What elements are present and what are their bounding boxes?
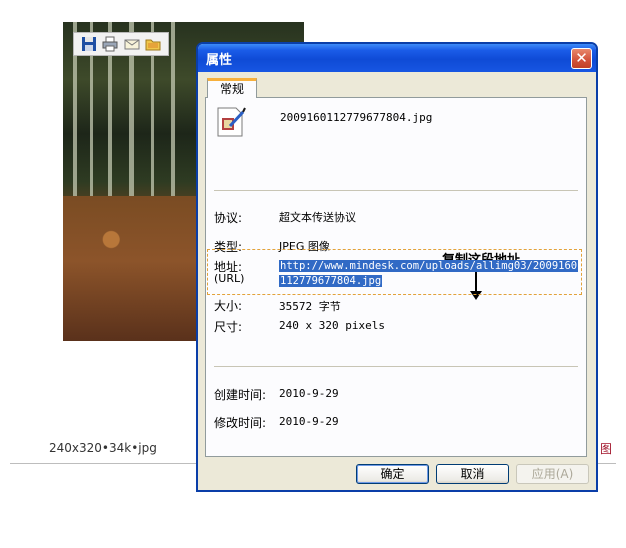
- close-icon: ✕: [575, 49, 588, 67]
- general-panel: 2009160112779677804.jpg 协议: 超文本传送协议 类型: …: [205, 97, 587, 457]
- image-file-icon: [216, 106, 246, 138]
- created-label: 创建时间:: [214, 388, 267, 402]
- protocol-label: 协议:: [214, 211, 243, 225]
- folder-icon[interactable]: [145, 36, 161, 52]
- print-icon[interactable]: [102, 36, 118, 52]
- size-value: 35572 字节: [279, 300, 341, 313]
- bamboo-trunk: [171, 22, 175, 202]
- dimensions-value: 240 x 320 pixels: [279, 319, 385, 332]
- dialog-title: 属性: [206, 53, 233, 68]
- modified-value: 2010-9-29: [279, 415, 339, 428]
- ok-button[interactable]: 确定: [356, 464, 429, 484]
- image-caption: 240x320•34k•jpg: [49, 441, 157, 455]
- file-name: 2009160112779677804.jpg: [280, 111, 433, 124]
- close-button[interactable]: ✕: [571, 48, 592, 69]
- size-label: 大小:: [214, 299, 243, 313]
- separator: [214, 190, 578, 191]
- dimensions-label: 尺寸:: [214, 320, 243, 334]
- cancel-button[interactable]: 取消: [436, 464, 509, 484]
- address-sublabel: (URL): [214, 272, 245, 285]
- separator: [214, 366, 578, 367]
- protocol-value: 超文本传送协议: [279, 211, 356, 224]
- side-link[interactable]: 图: [600, 440, 612, 457]
- properties-dialog: 属性 ✕ 常规 2009160112779677804.jpg 协议: 超文本传…: [196, 42, 598, 492]
- modified-label: 修改时间:: [214, 416, 267, 430]
- tab-general[interactable]: 常规: [207, 78, 257, 98]
- save-icon[interactable]: [81, 36, 97, 52]
- apply-button[interactable]: 应用(A): [516, 464, 589, 484]
- created-value: 2010-9-29: [279, 387, 339, 400]
- dialog-titlebar[interactable]: 属性 ✕: [198, 44, 596, 72]
- image-toolbar: [73, 32, 169, 56]
- mail-icon[interactable]: [124, 36, 140, 52]
- url-highlight-box: [207, 249, 582, 295]
- url-line-2[interactable]: 112779677804.jpg: [279, 275, 383, 287]
- url-line-1[interactable]: http://www.mindesk.com/uploads/allimg03/…: [279, 260, 579, 272]
